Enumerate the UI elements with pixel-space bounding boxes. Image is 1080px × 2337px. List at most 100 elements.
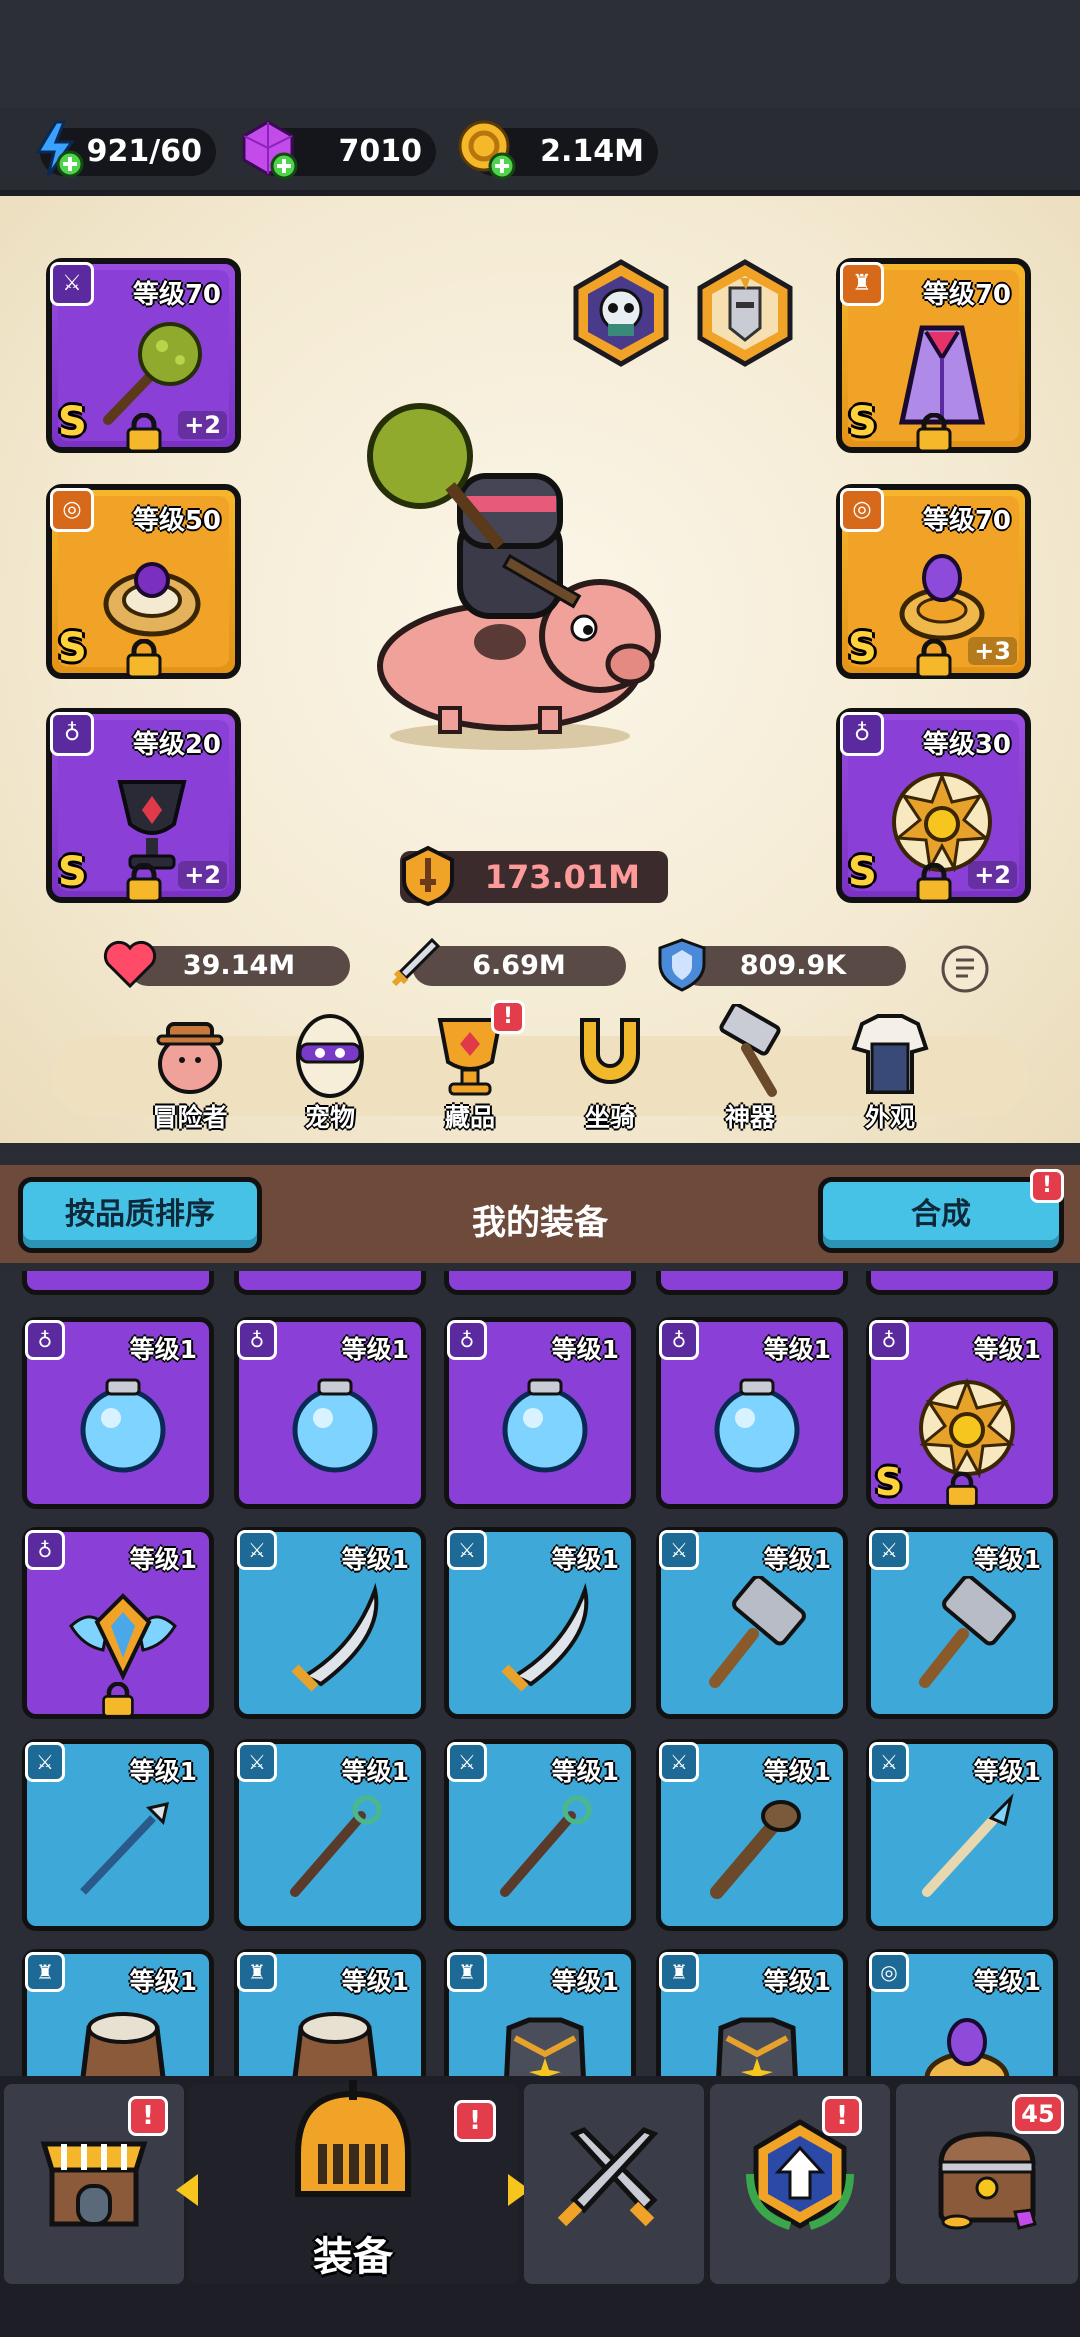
nav-battle-tab[interactable] <box>524 2084 704 2284</box>
slot-level: 等级50 <box>132 506 221 536</box>
gem-counter[interactable]: 7010 <box>242 120 436 180</box>
plate-armor-icon <box>504 2017 586 2076</box>
nav-equipment-tab[interactable]: 装备 ! <box>176 2080 530 2284</box>
item-level: 等级1 <box>341 1967 409 1996</box>
hammer-icon <box>709 1576 806 1688</box>
inventory-item[interactable]: ♁ 等级1 <box>22 1527 214 1719</box>
attack-stat: 6.69M <box>391 937 626 987</box>
ring-badge-icon: ◎ <box>840 488 884 532</box>
gem-plus-icon[interactable] <box>238 118 300 180</box>
menu-pet[interactable]: 宠物 <box>275 1004 385 1144</box>
inventory-item[interactable] <box>22 1271 214 1295</box>
menu-label: 宠物 <box>304 1103 355 1132</box>
ring-slot-right[interactable]: ◎ 等级70 S +3 <box>836 484 1031 679</box>
item-type-badge-icon: ◎ <box>869 1952 909 1992</box>
power-value: 173.01M <box>484 858 640 896</box>
orb-icon <box>502 1378 588 1473</box>
inventory-item[interactable]: ♁ 等级1 <box>656 1317 848 1509</box>
weapon-slot[interactable]: ⚔ 等级70 S +2 <box>46 258 241 453</box>
bottom-nav: ! 装备 ! ! 45 <box>0 2076 1080 2337</box>
necklace-slot[interactable]: ♁ 等级20 S +2 <box>46 708 241 903</box>
adventurer-icon <box>156 1022 224 1094</box>
knight-companion-icon[interactable] <box>690 258 800 368</box>
inventory-item[interactable]: ♁ 等级1 <box>444 1317 636 1509</box>
inventory-item[interactable]: ⚔ 等级1 <box>22 1739 214 1931</box>
skull-companion-icon[interactable] <box>566 258 676 368</box>
inventory-item[interactable]: ⚔ 等级1 <box>866 1739 1058 1931</box>
inventory-item[interactable]: ♜ 等级1 <box>656 1949 848 2076</box>
attack-value: 6.69M <box>472 950 566 981</box>
menu-collection[interactable]: 藏品 ! <box>415 1000 525 1144</box>
inventory-item[interactable]: ⚔ 等级1 <box>656 1527 848 1719</box>
menu-artifact[interactable]: 神器 <box>695 1002 805 1144</box>
menu-label: 外观 <box>864 1103 915 1132</box>
armor-slot[interactable]: ♜ 等级70 S <box>836 258 1031 453</box>
item-level: 等级1 <box>129 1967 197 1996</box>
item-type-badge-icon: ⚔ <box>447 1742 487 1782</box>
menu-label: 坐骑 <box>584 1103 635 1132</box>
item-level: 等级1 <box>973 1335 1041 1364</box>
item-type-badge-icon: ♜ <box>25 1952 65 1992</box>
inventory-item[interactable]: ⚔ 等级1 <box>234 1527 426 1719</box>
item-level: 等级1 <box>129 1757 197 1786</box>
item-type-badge-icon: ⚔ <box>869 1742 909 1782</box>
sword-badge-icon: ⚔ <box>50 262 94 306</box>
item-type-badge-icon: ♁ <box>659 1320 699 1360</box>
plus-label: +3 <box>968 637 1017 665</box>
hp-value: 39.14M <box>182 950 296 981</box>
inventory-item[interactable]: ♁ 等级1 <box>22 1317 214 1509</box>
lock-icon <box>126 639 161 679</box>
menu-mount[interactable]: 坐骑 <box>555 1004 665 1144</box>
item-level: 等级1 <box>341 1545 409 1574</box>
inventory-item[interactable]: ♜ 等级1 <box>444 1949 636 2076</box>
inventory-item[interactable]: ♁ 等级1 S <box>866 1317 1058 1509</box>
gold-counter[interactable]: 2.14M <box>458 120 658 180</box>
inventory-item[interactable]: ♜ 等级1 <box>22 1949 214 2076</box>
nav-upgrade-tab[interactable]: ! <box>710 2084 890 2284</box>
inventory-item[interactable]: ♁ 等级1 <box>234 1317 426 1509</box>
inventory-item[interactable]: ⚔ 等级1 <box>234 1739 426 1931</box>
energy-plus-icon[interactable] <box>26 118 88 180</box>
gold-coin-plus-icon[interactable] <box>456 118 518 180</box>
necklace-badge-icon: ♁ <box>50 712 94 756</box>
rank-label: S <box>58 399 87 445</box>
mount-horseshoe-icon <box>580 1018 640 1084</box>
inventory-item[interactable]: ⚔ 等级1 <box>444 1739 636 1931</box>
sword-icon <box>391 937 441 987</box>
nav-chest-tab[interactable]: 45 <box>896 2084 1078 2284</box>
inventory-item[interactable]: ◎ 等级1 <box>866 1949 1058 2076</box>
lock-icon <box>102 1682 134 1718</box>
inventory-item[interactable]: ⚔ 等级1 <box>866 1527 1058 1719</box>
lock-icon <box>126 413 161 453</box>
hero-character[interactable] <box>340 396 670 756</box>
inventory-item[interactable]: ♜ 等级1 <box>234 1949 426 2076</box>
energy-counter[interactable]: 921/60 <box>35 120 216 178</box>
menu-outfit[interactable]: 外观 <box>835 1004 945 1144</box>
ring-badge-icon: ◎ <box>50 488 94 532</box>
merge-button[interactable]: 合成 <box>818 1177 1064 1253</box>
stats-detail-icon[interactable] <box>940 944 990 994</box>
item-type-badge-icon: ⚔ <box>237 1742 277 1782</box>
inventory-item[interactable] <box>656 1271 848 1295</box>
slot-level: 等级70 <box>132 280 221 310</box>
staff-icon <box>500 1795 592 1897</box>
item-type-badge-icon: ⚔ <box>447 1530 487 1570</box>
inventory-item[interactable]: ⚔ 等级1 <box>444 1527 636 1719</box>
chevron-left-icon <box>176 2174 198 2206</box>
item-type-badge-icon: ♁ <box>25 1530 65 1570</box>
slot-level: 等级20 <box>132 730 221 760</box>
rank-label: S <box>58 625 87 671</box>
armor-badge-icon: ♜ <box>840 262 884 306</box>
nav-shop-tab[interactable]: ! <box>4 2084 184 2284</box>
item-type-badge-icon: ⚔ <box>237 1530 277 1570</box>
resource-bar: 921/60 7010 2.14M <box>0 108 1080 196</box>
item-type-badge-icon: ⚔ <box>869 1530 909 1570</box>
amulet-slot[interactable]: ♁ 等级30 S +2 <box>836 708 1031 903</box>
inventory-item[interactable] <box>234 1271 426 1295</box>
item-type-badge-icon: ⚔ <box>659 1530 699 1570</box>
ring-slot[interactable]: ◎ 等级50 S <box>46 484 241 679</box>
inventory-item[interactable] <box>866 1271 1058 1295</box>
menu-adventurer[interactable]: 冒险者 <box>135 1004 245 1144</box>
inventory-item[interactable] <box>444 1271 636 1295</box>
inventory-item[interactable]: ⚔ 等级1 <box>656 1739 848 1931</box>
